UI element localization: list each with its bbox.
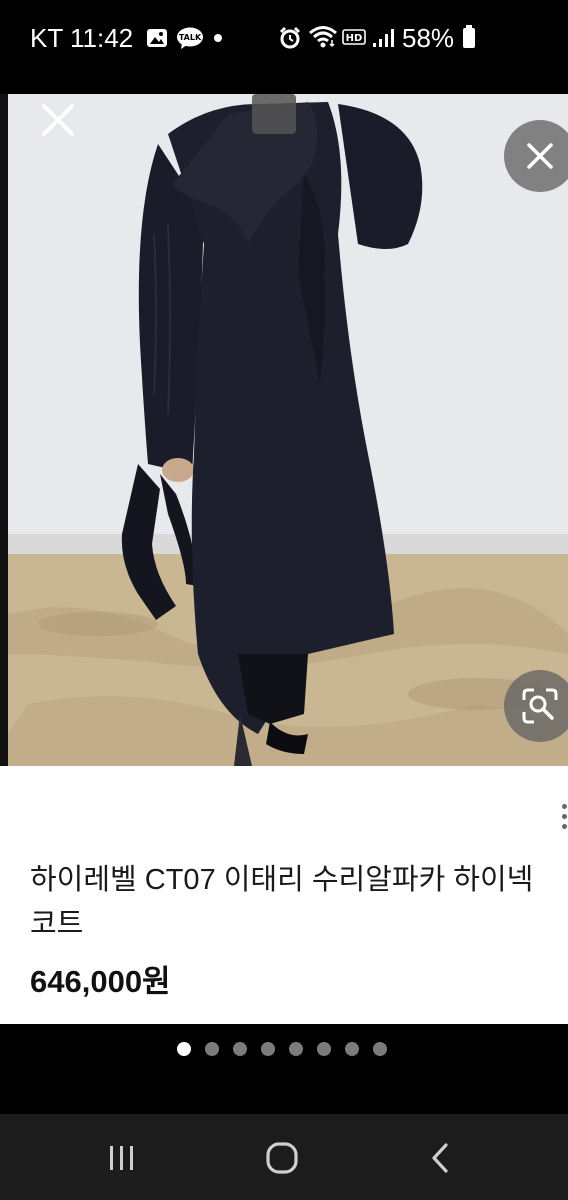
close-icon[interactable]	[36, 98, 80, 142]
coat-illustration	[8, 94, 568, 766]
page-dot[interactable]	[233, 1042, 247, 1056]
kakaotalk-icon: TALK	[176, 27, 204, 54]
visual-search-icon	[522, 688, 558, 724]
product-title[interactable]: 하이레벨 CT07 이태리 수리알파카 하이넥 코트	[30, 858, 560, 946]
visual-search-button[interactable]	[504, 670, 568, 742]
hd-voice-icon: HD	[342, 28, 368, 53]
svg-text:TALK: TALK	[179, 33, 202, 42]
product-price: 646,000원	[30, 964, 171, 999]
page-dot[interactable]	[177, 1042, 191, 1056]
more-vertical-icon[interactable]	[560, 804, 568, 834]
screen: KT 11:42 TALK HD 58% 하이레벨 CT07 이태리 수리알파카…	[0, 0, 568, 1200]
status-bar: KT 11:42 TALK HD 58%	[0, 0, 568, 76]
signal-icon	[372, 28, 396, 53]
wifi-icon	[308, 25, 338, 54]
pagination-dots	[177, 1042, 387, 1058]
product-info-panel: 하이레벨 CT07 이태리 수리알파카 하이넥 코트 646,000원	[0, 766, 568, 1024]
page-dot[interactable]	[205, 1042, 219, 1056]
page-dot[interactable]	[289, 1042, 303, 1056]
cut-off-text	[30, 1016, 96, 1024]
gallery-icon	[146, 28, 168, 53]
pagination-area	[0, 1024, 568, 1114]
battery-icon	[462, 25, 476, 54]
page-dot[interactable]	[345, 1042, 359, 1056]
back-icon	[432, 1143, 448, 1173]
home-icon	[266, 1142, 298, 1174]
carrier-time-text: KT 11:42	[30, 23, 134, 53]
page-dot[interactable]	[373, 1042, 387, 1056]
battery-percent-text: 58%	[402, 23, 455, 53]
recent-apps-button[interactable]	[102, 1138, 142, 1178]
close-button[interactable]	[504, 120, 568, 192]
close-icon	[527, 143, 553, 169]
home-button[interactable]	[262, 1138, 302, 1178]
svg-text:HD: HD	[346, 33, 363, 44]
page-dot[interactable]	[317, 1042, 331, 1056]
back-button[interactable]	[422, 1138, 462, 1178]
photo-edge	[0, 94, 8, 766]
recent-apps-icon	[110, 1146, 133, 1170]
notification-dot-icon	[214, 34, 222, 42]
page-dot[interactable]	[261, 1042, 275, 1056]
product-photo[interactable]	[8, 94, 568, 766]
alarm-icon	[278, 26, 302, 55]
